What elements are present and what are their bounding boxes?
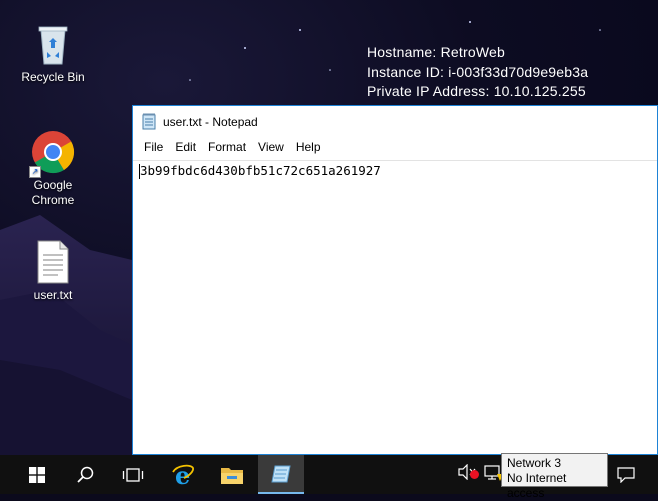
network-tooltip: Network 3 No Internet access xyxy=(501,453,608,500)
task-view-button[interactable] xyxy=(110,455,156,494)
menu-format[interactable]: Format xyxy=(203,140,251,154)
windows-start-icon xyxy=(29,466,45,483)
menu-bar: File Edit Format View Help xyxy=(133,137,657,157)
menu-edit[interactable]: Edit xyxy=(170,140,201,154)
file-content: 3b99fbdc6d430bfb51c72c651a261927 xyxy=(140,163,381,178)
user-txt-label: user.txt xyxy=(33,288,73,302)
internet-explorer-button[interactable]: e xyxy=(160,455,206,494)
menu-view[interactable]: View xyxy=(253,140,289,154)
chrome-label-line: Google Chrome xyxy=(31,178,75,207)
file-explorer-button[interactable] xyxy=(209,455,255,494)
window-title: user.txt - Notepad xyxy=(163,114,258,129)
action-center-button[interactable] xyxy=(606,455,646,494)
notepad-icon xyxy=(142,113,156,130)
muted-badge-icon xyxy=(470,470,479,479)
system-info-overlay: Hostname: RetroWeb Instance ID: i-003f33… xyxy=(367,43,588,102)
network-name: Network 3 xyxy=(507,456,562,470)
notepad-taskbar-button[interactable] xyxy=(258,455,304,494)
notepad-window[interactable]: user.txt - Notepad File Edit Format View… xyxy=(132,105,658,455)
chrome-icon: ↗ xyxy=(29,130,75,178)
notepad-title-bar[interactable]: user.txt - Notepad xyxy=(133,106,657,137)
instance-id-text: Instance ID: i-003f33d70d9e9eb3a xyxy=(367,63,589,80)
file-explorer-icon xyxy=(221,467,243,484)
shortcut-arrow-icon: ↗ xyxy=(29,166,41,178)
start-button[interactable] xyxy=(14,455,60,494)
desktop-icon-recycle-bin[interactable]: Recycle Bin xyxy=(18,22,88,85)
recycle-bin-label: Recycle Bin xyxy=(21,70,85,84)
search-button[interactable] xyxy=(62,455,108,494)
hostname-text: Hostname: RetroWeb xyxy=(367,44,505,60)
search-icon xyxy=(76,466,93,483)
action-center-icon xyxy=(617,466,635,483)
internet-explorer-icon: e xyxy=(172,463,195,487)
text-file-icon xyxy=(36,240,70,284)
desktop-icon-google-chrome[interactable]: ↗ Google Chrome xyxy=(18,130,88,208)
private-ip-text: Private IP Address: 10.10.125.255 xyxy=(367,83,586,99)
recycle-bin-icon xyxy=(33,22,73,66)
notepad-icon xyxy=(271,465,291,482)
desktop-icon-user-txt[interactable]: user.txt xyxy=(18,240,88,303)
menu-help[interactable]: Help xyxy=(291,140,326,154)
network-status: No Internet access xyxy=(507,471,567,500)
task-view-icon xyxy=(122,467,144,482)
text-editor-area[interactable]: 3b99fbdc6d430bfb51c72c651a261927 xyxy=(133,160,657,454)
menu-file[interactable]: File xyxy=(139,140,168,154)
